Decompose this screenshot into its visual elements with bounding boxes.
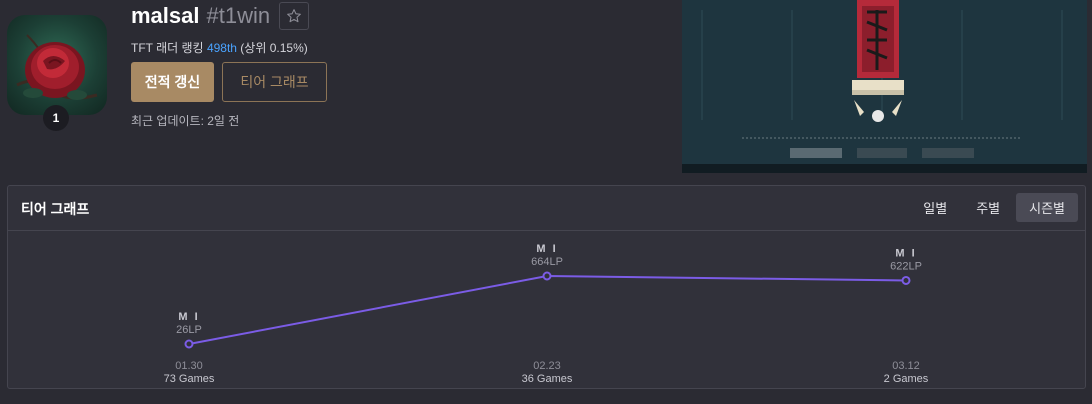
ladder-rank-prefix: TFT 래더 랭킹 bbox=[131, 41, 207, 55]
level-badge: 1 bbox=[43, 105, 69, 131]
tier-label: M I bbox=[536, 243, 557, 255]
tier-label: M I bbox=[895, 247, 916, 259]
tier-graph-panel: 티어 그래프 일별 주별 시즌별 M I 26LP 01.30 73 Games M I… bbox=[7, 185, 1086, 389]
period-tabs: 일별 주별 시즌별 bbox=[907, 193, 1078, 222]
x-tick-label: 01.30 bbox=[175, 360, 203, 372]
last-updated: 최근 업데이트: 2일 전 bbox=[131, 114, 240, 128]
rose-icon bbox=[16, 34, 98, 100]
avatar bbox=[7, 15, 107, 115]
data-point[interactable] bbox=[184, 339, 194, 349]
tier-label: M I bbox=[178, 311, 199, 323]
favorite-button[interactable] bbox=[279, 2, 310, 30]
tier-chart-svg: M I26LP01.3073 GamesM I664LP02.2336 Game… bbox=[164, 243, 929, 385]
lp-label: 26LP bbox=[176, 324, 202, 336]
games-label: 2 Games bbox=[884, 373, 929, 385]
summoner-name: malsal bbox=[131, 3, 200, 28]
video-player[interactable] bbox=[682, 0, 1087, 173]
series-line bbox=[188, 274, 907, 345]
tier-chart: M I 26LP 01.30 73 Games M I 664LP 02.23 36 Game… bbox=[8, 230, 1085, 388]
x-tick-label: 02.23 bbox=[533, 360, 561, 372]
lp-label: 664LP bbox=[531, 256, 563, 268]
tab-weekly[interactable]: 주별 bbox=[963, 193, 1013, 222]
ladder-rank: TFT 래더 랭킹 498th (상위 0.15%) bbox=[131, 39, 308, 56]
profile-name-row: malsal #t1win bbox=[131, 2, 310, 30]
refresh-button[interactable]: 전적 갱신 bbox=[131, 62, 214, 102]
tier-graph-button[interactable]: 티어 그래프 bbox=[222, 62, 327, 102]
lp-label: 622LP bbox=[890, 260, 922, 272]
ladder-rank-percent: (상위 0.15%) bbox=[236, 41, 308, 55]
tab-season[interactable]: 시즌별 bbox=[1016, 193, 1078, 222]
video-frame bbox=[682, 0, 1087, 173]
x-tick-label: 03.12 bbox=[892, 360, 920, 372]
ladder-rank-link[interactable]: 498th bbox=[207, 41, 237, 55]
games-label: 36 Games bbox=[522, 373, 573, 385]
data-point[interactable] bbox=[901, 275, 911, 285]
data-point[interactable] bbox=[542, 271, 552, 281]
games-label: 73 Games bbox=[164, 373, 215, 385]
summoner-tag: #t1win bbox=[206, 3, 271, 28]
profile-avatar-container: 1 bbox=[7, 15, 107, 131]
panel-title: 티어 그래프 bbox=[21, 201, 90, 217]
tab-daily[interactable]: 일별 bbox=[910, 193, 960, 222]
panel-header: 티어 그래프 일별 주별 시즌별 bbox=[8, 186, 1085, 231]
star-outline-icon bbox=[287, 9, 301, 23]
